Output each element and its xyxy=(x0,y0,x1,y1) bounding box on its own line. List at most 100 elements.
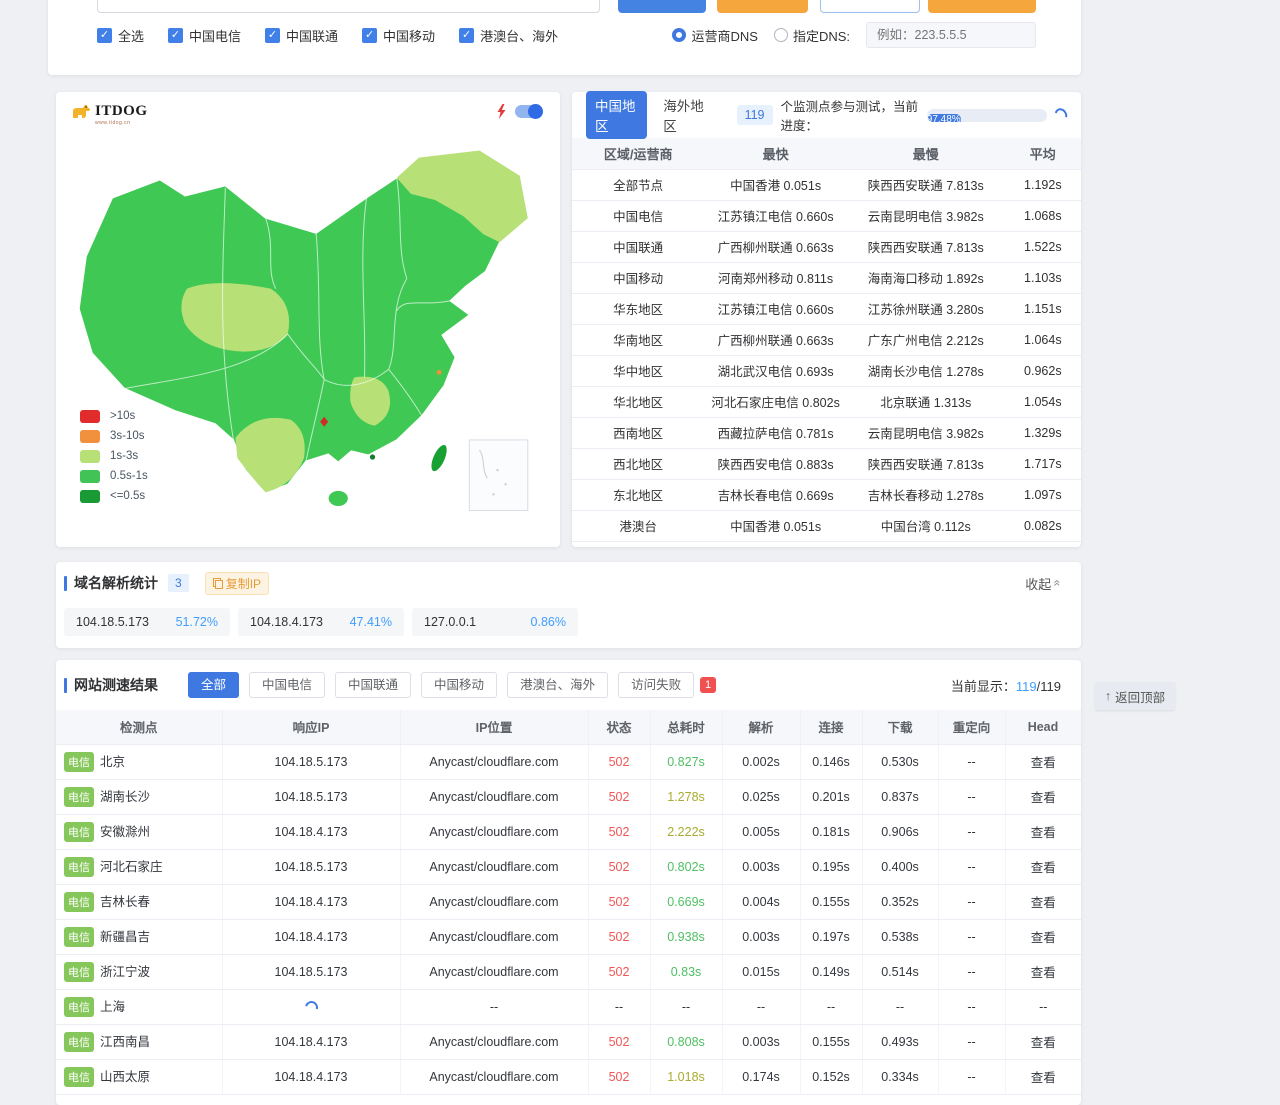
response-ip-cell xyxy=(222,989,400,1024)
response-ip: 104.18.4.173 xyxy=(275,825,348,839)
legend-item: >10s xyxy=(80,406,148,426)
node-cell: 电信安徽滁州 xyxy=(56,814,222,849)
ip-location-cell: Anycast/cloudflare.com xyxy=(400,919,588,954)
query-panel: ✓ 全选 ✓ 中国电信 ✓ 中国联通 ✓ 中国移动 ✓ 港澳台、海外 xyxy=(48,0,1081,75)
stats-fastest: 西藏拉萨电信 0.781s xyxy=(704,417,847,448)
carrier-checkbox[interactable]: ✓ 中国联通 xyxy=(265,26,338,45)
url-input[interactable] xyxy=(97,0,600,13)
legend-label: >10s xyxy=(110,410,135,422)
stats-fastest: 中国香港 0.051s xyxy=(704,510,847,541)
results-header-row: 检测点 响应IP IP位置 状态 总耗时 解析 连接 下载 重定向 xyxy=(56,710,1081,744)
stats-region: 华中地区 xyxy=(572,355,704,386)
carrier-checkbox[interactable]: ✓ 中国电信 xyxy=(168,26,241,45)
results-table: 检测点 响应IP IP位置 状态 总耗时 解析 连接 下载 重定向 xyxy=(56,710,1081,1095)
dns-radio[interactable]: 运营商DNS xyxy=(672,26,757,45)
ip-percentage: 47.41% xyxy=(350,615,392,629)
results-column-header: Head xyxy=(1005,710,1081,744)
start-test-button[interactable] xyxy=(618,0,706,13)
filter-button[interactable]: 中国电信 xyxy=(249,672,325,698)
connect-time-cell: 0.146s xyxy=(800,744,862,779)
node-city: 吉林长春 xyxy=(100,895,150,909)
stats-column-header: 区域/运营商 xyxy=(572,138,704,169)
head-view-link[interactable]: 查看 xyxy=(1005,1059,1081,1094)
status-cell: 502 xyxy=(588,1059,650,1094)
collapse-button[interactable]: 收起 « xyxy=(1025,574,1061,593)
response-ip-cell: 104.18.4.173 xyxy=(222,814,400,849)
head-view-link[interactable]: 查看 xyxy=(1005,884,1081,919)
region-tab[interactable]: 海外地区 xyxy=(663,95,706,135)
speed-results-panel: 网站测速结果 全部 中国电信 中国联通 中国移动 港澳台、海外 访问失败 1 xyxy=(56,660,1081,1105)
stats-average: 0.082s xyxy=(1005,510,1081,541)
dns-input[interactable] xyxy=(866,22,1036,48)
filter-button[interactable]: 港澳台、海外 xyxy=(507,672,608,698)
stats-slowest: 吉林长春移动 1.278s xyxy=(847,479,1005,510)
carrier-checkbox[interactable]: ✓ 全选 xyxy=(97,26,144,45)
head-view-link[interactable]: 查看 xyxy=(1005,779,1081,814)
ip-chip[interactable]: 104.18.5.173 51.72% xyxy=(64,608,230,636)
region-stats-table: 区域/运营商 最快 最慢 平均 全部节点 中国香港 0.051s 陕西西安联通 … xyxy=(572,138,1081,542)
download-time-cell: 0.514s xyxy=(862,954,938,989)
stats-fastest: 广西柳州联通 0.663s xyxy=(704,324,847,355)
map-mode-toggle[interactable] xyxy=(515,105,542,118)
dns-radio[interactable]: 指定DNS: xyxy=(774,26,850,45)
radio-icon xyxy=(672,28,686,42)
head-view-link[interactable]: 查看 xyxy=(1005,849,1081,884)
marker-hongkong xyxy=(370,454,375,459)
result-row: 电信河北石家庄 104.18.5.173 Anycast/cloudflare.… xyxy=(56,849,1081,884)
checkbox-label: 中国移动 xyxy=(383,26,435,45)
node-city: 江西南昌 xyxy=(100,1035,150,1049)
stats-region: 西北地区 xyxy=(572,448,704,479)
carrier-checkbox[interactable]: ✓ 港澳台、海外 xyxy=(459,26,558,45)
action-button-orange-1[interactable] xyxy=(717,0,808,13)
status-cell: -- xyxy=(588,989,650,1024)
legend-swatch xyxy=(80,490,100,503)
ip-chip[interactable]: 127.0.0.1 0.86% xyxy=(412,608,578,636)
carrier-badge: 电信 xyxy=(64,1067,94,1087)
action-button-ghost[interactable] xyxy=(820,0,920,13)
stats-header: 中国地区 海外地区 119 个监测点参与测试，当前进度： 97.48% xyxy=(572,92,1081,138)
stats-average: 1.329s xyxy=(1005,417,1081,448)
results-column-header: 总耗时 xyxy=(650,710,722,744)
ip-chip[interactable]: 104.18.4.173 47.41% xyxy=(238,608,404,636)
action-button-orange-2[interactable] xyxy=(928,0,1036,13)
results-header: 网站测速结果 全部 中国电信 中国联通 中国移动 港澳台、海外 访问失败 1 xyxy=(56,660,1081,710)
filter-button[interactable]: 全部 xyxy=(188,672,239,698)
region-tab[interactable]: 中国地区 xyxy=(586,91,647,139)
ip-percentage: 0.86% xyxy=(531,615,566,629)
filter-button[interactable]: 中国联通 xyxy=(335,672,411,698)
dns-stats-header: 域名解析统计 3 复制IP 收起 « xyxy=(56,562,1081,604)
response-ip-cell: 104.18.4.173 xyxy=(222,1059,400,1094)
title-accent-bar xyxy=(64,678,67,693)
head-view-link[interactable]: -- xyxy=(1005,989,1081,1024)
stats-fastest: 吉林长春电信 0.669s xyxy=(704,479,847,510)
head-view-link[interactable]: 查看 xyxy=(1005,744,1081,779)
head-view-link[interactable]: 查看 xyxy=(1005,919,1081,954)
total-time-cell: 0.802s xyxy=(650,849,722,884)
download-time-cell: 0.493s xyxy=(862,1024,938,1059)
response-ip-cell: 104.18.5.173 xyxy=(222,849,400,884)
progress-fill: 97.48% xyxy=(927,114,961,122)
dns-time-cell: 0.003s xyxy=(722,849,800,884)
lightning-icon[interactable] xyxy=(496,104,507,119)
copy-ip-button[interactable]: 复制IP xyxy=(205,572,269,595)
legend-item: 1s-3s xyxy=(80,446,148,466)
map-panel: ITDOG www.itdog.cn xyxy=(56,92,560,547)
stats-column-header: 最快 xyxy=(704,138,847,169)
stats-region: 中国联通 xyxy=(572,231,704,262)
result-row: 电信江西南昌 104.18.4.173 Anycast/cloudflare.c… xyxy=(56,1024,1081,1059)
legend-item: 0.5s-1s xyxy=(80,466,148,486)
connect-time-cell: 0.149s xyxy=(800,954,862,989)
head-view-link[interactable]: 查看 xyxy=(1005,954,1081,989)
filter-button[interactable]: 访问失败 xyxy=(618,672,694,698)
head-view-link[interactable]: 查看 xyxy=(1005,814,1081,849)
download-time-cell: 0.538s xyxy=(862,919,938,954)
stats-row: 全部节点 中国香港 0.051s 陕西西安联通 7.813s 1.192s xyxy=(572,169,1081,200)
head-view-link[interactable]: 查看 xyxy=(1005,1024,1081,1059)
dns-count-badge: 3 xyxy=(168,574,189,592)
carrier-checkbox[interactable]: ✓ 中国移动 xyxy=(362,26,435,45)
status-cell: 502 xyxy=(588,779,650,814)
filter-button[interactable]: 中国移动 xyxy=(421,672,497,698)
back-to-top-button[interactable]: ↑ 返回顶部 xyxy=(1095,682,1175,710)
carrier-badge: 电信 xyxy=(64,892,94,912)
dns-time-cell: 0.015s xyxy=(722,954,800,989)
